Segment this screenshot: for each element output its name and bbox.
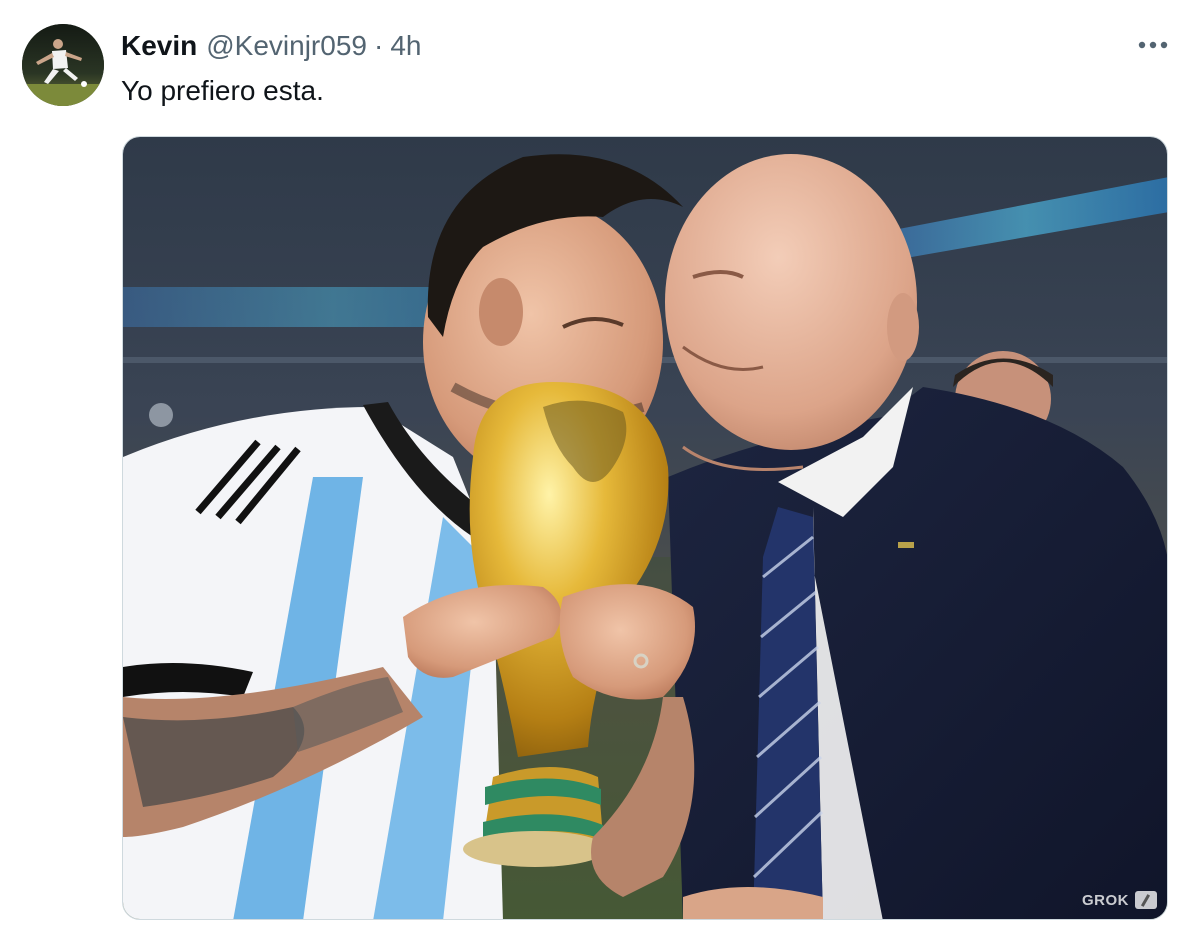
- grok-logo-icon: [1135, 891, 1157, 909]
- more-options-button[interactable]: [1130, 30, 1176, 60]
- grok-watermark: GROK: [1082, 891, 1157, 909]
- tweet-header: Kevin @Kevinjr059 · 4h: [121, 28, 421, 64]
- separator-dot: ·: [373, 30, 384, 61]
- photo-trophy-celebration: [123, 137, 1167, 919]
- tweet-card: Kevin @Kevinjr059 · 4h Yo prefiero esta.: [0, 0, 1200, 936]
- tweet-text: Yo prefiero esta.: [121, 75, 324, 106]
- avatar[interactable]: [22, 24, 104, 106]
- timestamp[interactable]: 4h: [390, 28, 421, 64]
- display-name[interactable]: Kevin: [121, 28, 197, 64]
- watermark-text: GROK: [1082, 891, 1129, 909]
- user-handle[interactable]: @Kevinjr059: [206, 28, 367, 64]
- ellipsis-icon: [1138, 41, 1168, 49]
- tweet-image[interactable]: GROK: [122, 136, 1168, 920]
